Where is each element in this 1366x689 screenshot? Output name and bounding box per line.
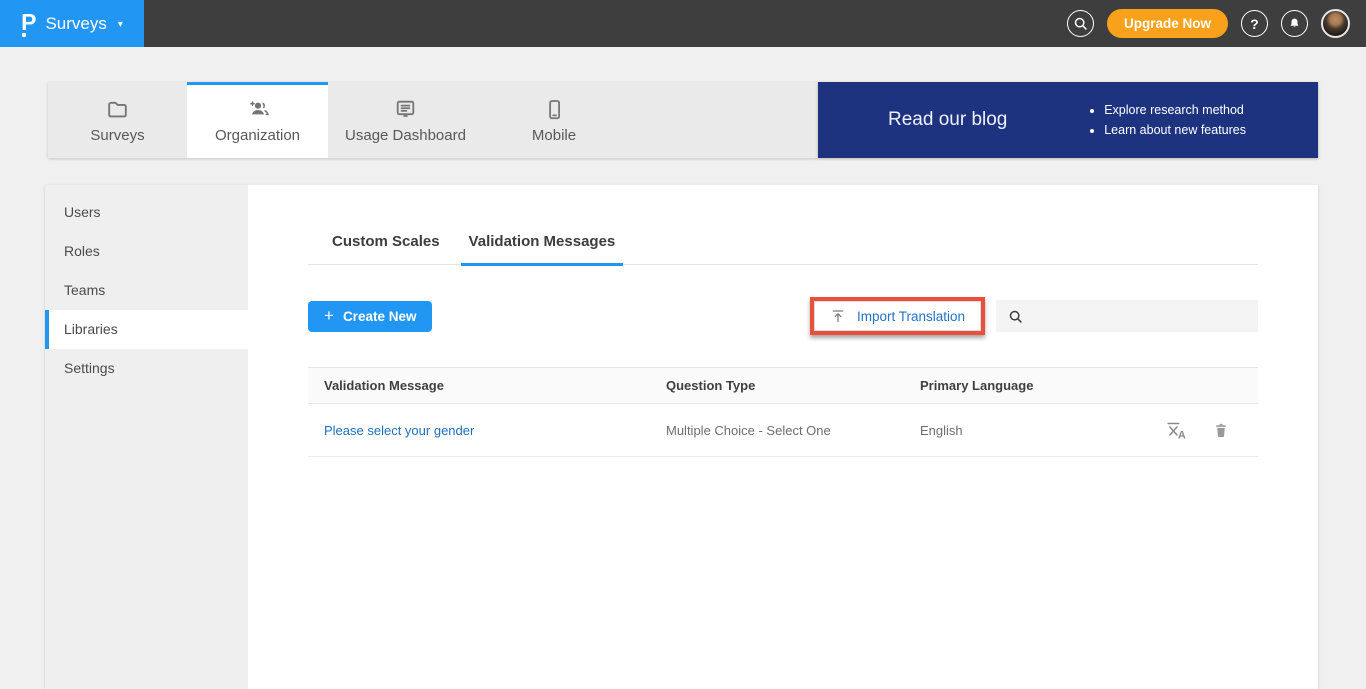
translate-icon: A — [1165, 420, 1188, 441]
tab-custom-scales[interactable]: Custom Scales — [324, 233, 448, 266]
libraries-content: Custom Scales Validation Messages + Crea… — [248, 185, 1318, 689]
help-button[interactable]: ? — [1241, 10, 1268, 37]
search-icon — [1073, 16, 1088, 31]
notifications-button[interactable] — [1281, 10, 1308, 37]
product-switcher[interactable]: P Surveys ▾ — [0, 0, 144, 47]
mobile-icon — [542, 97, 567, 122]
sidebar-item-settings[interactable]: Settings — [45, 349, 248, 388]
import-translation-highlight: Import Translation — [810, 297, 985, 335]
chevron-down-icon: ▾ — [118, 17, 123, 30]
validation-messages-table: Validation Message Question Type Primary… — [308, 367, 1258, 457]
svg-text:A: A — [1178, 429, 1186, 441]
create-new-label: Create New — [343, 309, 417, 324]
actions-row: + Create New Import Translation — [308, 296, 1258, 336]
import-translation-button[interactable]: Import Translation — [814, 301, 981, 331]
create-new-button[interactable]: + Create New — [308, 301, 432, 332]
question-mark-icon: ? — [1250, 16, 1259, 32]
blog-banner[interactable]: Read our blog Explore research method Le… — [818, 82, 1318, 158]
upgrade-now-button[interactable]: Upgrade Now — [1107, 9, 1228, 38]
column-header-question-type: Question Type — [666, 378, 920, 393]
questionpro-logo-icon: P — [21, 11, 36, 37]
banner-bullet-list: Explore research method Learn about new … — [1089, 97, 1246, 143]
primary-language-cell: English — [920, 423, 1128, 438]
nav-tab-surveys[interactable]: Surveys — [48, 82, 187, 158]
sidebar-item-libraries[interactable]: Libraries — [45, 310, 248, 349]
table-row: Please select your gender Multiple Choic… — [308, 404, 1258, 457]
search-icon — [1008, 309, 1023, 324]
bell-icon — [1287, 16, 1302, 31]
import-translation-label: Import Translation — [857, 309, 965, 324]
folder-icon — [105, 97, 130, 122]
banner-bullet: Explore research method — [1104, 103, 1246, 117]
banner-bullet: Learn about new features — [1104, 123, 1246, 137]
upgrade-now-label: Upgrade Now — [1124, 16, 1211, 31]
nav-tab-mobile[interactable]: Mobile — [483, 82, 625, 158]
upload-icon — [830, 308, 846, 324]
settings-sidebar: Users Roles Teams Libraries Settings — [45, 185, 248, 689]
trash-icon — [1212, 420, 1230, 440]
validation-message-link[interactable]: Please select your gender — [324, 423, 474, 438]
nav-tab-organization[interactable]: Organization — [187, 82, 328, 158]
search-button[interactable] — [1067, 10, 1094, 37]
product-label: Surveys — [45, 14, 106, 34]
table-search-box[interactable] — [996, 300, 1258, 332]
nav-tab-label: Surveys — [90, 127, 144, 144]
sidebar-item-roles[interactable]: Roles — [45, 232, 248, 271]
plus-icon: + — [324, 307, 334, 326]
banner-title: Read our blog — [888, 109, 1007, 131]
sidebar-item-teams[interactable]: Teams — [45, 271, 248, 310]
user-avatar[interactable] — [1321, 9, 1350, 38]
main-nav-tabs: Surveys Organization Usage Dashboard Mob… — [48, 82, 818, 158]
library-tabs: Custom Scales Validation Messages — [308, 233, 1258, 265]
right-actions: Import Translation — [810, 297, 1258, 335]
delete-button[interactable] — [1212, 420, 1230, 440]
nav-tab-usage-dashboard[interactable]: Usage Dashboard — [328, 82, 483, 158]
question-type-cell: Multiple Choice - Select One — [666, 423, 920, 438]
dashboard-icon — [393, 97, 418, 122]
translate-button[interactable]: A — [1165, 420, 1188, 441]
nav-tab-label: Mobile — [532, 127, 576, 144]
row-actions: A — [1128, 420, 1258, 441]
top-bar: P Surveys ▾ Upgrade Now ? — [0, 0, 1366, 47]
column-header-primary-language: Primary Language — [920, 378, 1128, 393]
sidebar-item-users[interactable]: Users — [45, 193, 248, 232]
main-card: Users Roles Teams Libraries Settings Cus… — [45, 185, 1318, 689]
add-people-icon — [245, 96, 271, 122]
nav-tab-label: Organization — [215, 127, 300, 144]
nav-tab-label: Usage Dashboard — [345, 127, 466, 144]
search-input[interactable] — [1031, 309, 1258, 324]
table-header-row: Validation Message Question Type Primary… — [308, 367, 1258, 404]
tab-validation-messages[interactable]: Validation Messages — [461, 233, 624, 266]
topbar-actions: Upgrade Now ? — [1067, 9, 1366, 38]
column-header-validation-message: Validation Message — [308, 378, 666, 393]
